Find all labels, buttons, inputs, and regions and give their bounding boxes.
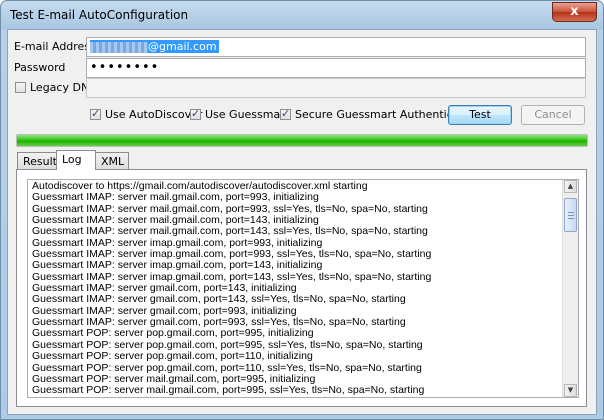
- scroll-up-arrow-icon[interactable]: ▲: [564, 180, 577, 193]
- log-tab-panel: Autodiscover to https://gmail.com/autodi…: [16, 169, 587, 407]
- progress-bar: [16, 134, 588, 147]
- dialog-body: E-mail Address @gmail.com Password •••••…: [7, 29, 597, 415]
- title-bar: Test E-mail AutoConfiguration x: [1, 1, 603, 29]
- app-window: Test E-mail AutoConfiguration x E-mail A…: [0, 0, 604, 420]
- log-line: Guessmart POP: server pop.gmail.com, por…: [32, 350, 313, 363]
- tab-xml[interactable]: XML: [95, 152, 129, 170]
- log-line: Guessmart POP: server mail.gmail.com, po…: [32, 384, 425, 397]
- close-button[interactable]: x: [552, 2, 597, 22]
- use-autodiscover-label: Use AutoDiscover: [105, 108, 203, 121]
- password-label: Password: [14, 61, 66, 74]
- email-field[interactable]: @gmail.com: [86, 37, 586, 57]
- legacy-dn-checkbox[interactable]: [15, 82, 26, 93]
- cancel-button[interactable]: Cancel: [521, 105, 585, 125]
- password-field[interactable]: ••••••••: [86, 58, 586, 78]
- window-title: Test E-mail AutoConfiguration: [10, 8, 189, 22]
- use-guessmart-label: Use Guessmart: [205, 108, 290, 121]
- log-textbox[interactable]: Autodiscover to https://gmail.com/autodi…: [27, 179, 579, 398]
- thumb-grip: [568, 212, 574, 213]
- use-autodiscover-checkbox[interactable]: [90, 107, 101, 120]
- email-label: E-mail Address: [14, 40, 96, 53]
- email-redacted-part: [90, 41, 148, 53]
- thumb-grip: [568, 218, 574, 219]
- close-icon: x: [570, 4, 579, 19]
- scroll-down-arrow-icon[interactable]: ▼: [564, 384, 577, 397]
- use-guessmart-checkbox[interactable]: [190, 107, 201, 120]
- email-domain: @gmail.com: [148, 40, 217, 53]
- log-line: Guessmart IMAP: server mail.gmail.com, p…: [32, 191, 319, 204]
- log-lines: Autodiscover to https://gmail.com/autodi…: [32, 180, 562, 397]
- legacy-dn-field: [86, 78, 586, 98]
- legacy-dn-label: Legacy DN: [30, 81, 90, 94]
- secure-guessmart-checkbox[interactable]: [280, 107, 291, 120]
- email-selection: @gmail.com: [90, 40, 219, 53]
- thumb-grip: [568, 215, 574, 216]
- vertical-scrollbar[interactable]: ▲ ▼: [562, 180, 578, 397]
- test-button[interactable]: Test: [448, 105, 512, 125]
- scroll-thumb[interactable]: [564, 198, 577, 232]
- progress-fill: [17, 135, 587, 146]
- password-value: ••••••••: [90, 60, 160, 75]
- tab-log[interactable]: Log: [56, 150, 96, 170]
